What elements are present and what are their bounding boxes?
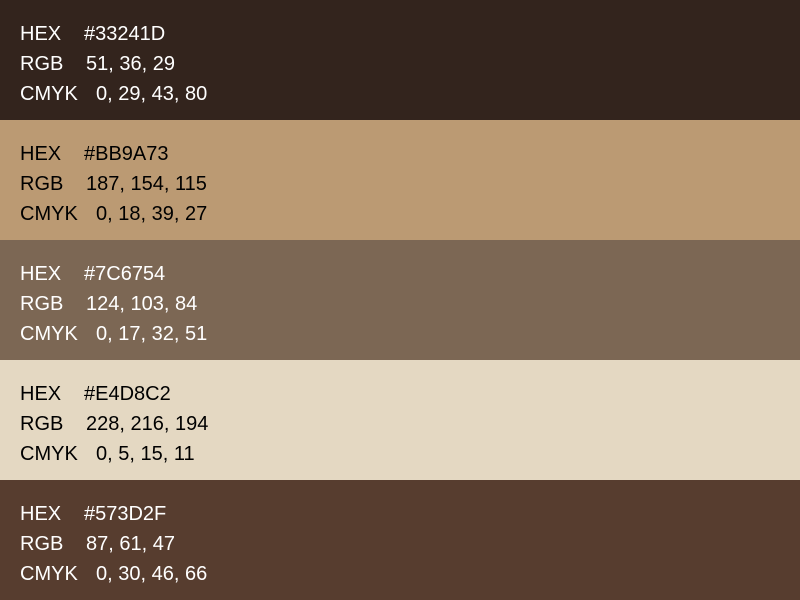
rgb-value: 228, 216, 194	[86, 413, 209, 435]
hex-label: HEX	[20, 383, 62, 405]
cmyk-row: CMYK 0, 17, 32, 51	[20, 319, 800, 349]
color-swatch: HEX #E4D8C2 RGB 228, 216, 194 CMYK 0, 5, 15…	[0, 360, 800, 480]
rgb-label: RGB	[20, 413, 64, 435]
rgb-label: RGB	[20, 533, 64, 555]
cmyk-value: 0, 18, 39, 27	[96, 203, 208, 225]
hex-value: #BB9A73	[84, 143, 169, 165]
hex-value: #573D2F	[84, 503, 167, 525]
hex-row: HEX #E4D8C2	[20, 379, 800, 409]
rgb-row: RGB 87, 61, 47	[20, 529, 800, 559]
cmyk-label: CMYK	[20, 83, 78, 105]
hex-row: HEX #7C6754	[20, 259, 800, 289]
color-swatch: HEX #BB9A73 RGB 187, 154, 115 CMYK 0, 18, 3…	[0, 120, 800, 240]
rgb-row: RGB 187, 154, 115	[20, 169, 800, 199]
color-swatch: HEX #33241D RGB 51, 36, 29 CMYK 0, 29, 43, …	[0, 0, 800, 120]
hex-row: HEX #33241D	[20, 19, 800, 49]
hex-row: HEX #573D2F	[20, 499, 800, 529]
hex-value: #E4D8C2	[84, 383, 171, 405]
rgb-row: RGB 228, 216, 194	[20, 409, 800, 439]
cmyk-value: 0, 29, 43, 80	[96, 83, 208, 105]
rgb-label: RGB	[20, 173, 64, 195]
cmyk-row: CMYK 0, 30, 46, 66	[20, 559, 800, 589]
hex-value: #7C6754	[84, 263, 166, 285]
rgb-row: RGB 124, 103, 84	[20, 289, 800, 319]
color-palette: HEX #33241D RGB 51, 36, 29 CMYK 0, 29, 43, …	[0, 0, 800, 600]
hex-label: HEX	[20, 263, 62, 285]
rgb-value: 87, 61, 47	[86, 533, 175, 555]
cmyk-row: CMYK 0, 5, 15, 11	[20, 439, 800, 469]
hex-label: HEX	[20, 143, 62, 165]
rgb-label: RGB	[20, 53, 64, 75]
hex-label: HEX	[20, 503, 62, 525]
color-swatch: HEX #573D2F RGB 87, 61, 47 CMYK 0, 30, 46, …	[0, 480, 800, 600]
hex-value: #33241D	[84, 23, 166, 45]
cmyk-label: CMYK	[20, 203, 78, 225]
hex-label: HEX	[20, 23, 62, 45]
cmyk-label: CMYK	[20, 563, 78, 585]
cmyk-value: 0, 30, 46, 66	[96, 563, 208, 585]
cmyk-row: CMYK 0, 29, 43, 80	[20, 79, 800, 109]
cmyk-value: 0, 5, 15, 11	[96, 443, 195, 465]
rgb-label: RGB	[20, 293, 64, 315]
cmyk-value: 0, 17, 32, 51	[96, 323, 208, 345]
rgb-value: 124, 103, 84	[86, 293, 198, 315]
cmyk-row: CMYK 0, 18, 39, 27	[20, 199, 800, 229]
color-swatch: HEX #7C6754 RGB 124, 103, 84 CMYK 0, 17, 32…	[0, 240, 800, 360]
rgb-row: RGB 51, 36, 29	[20, 49, 800, 79]
cmyk-label: CMYK	[20, 443, 78, 465]
rgb-value: 51, 36, 29	[86, 53, 175, 75]
hex-row: HEX #BB9A73	[20, 139, 800, 169]
cmyk-label: CMYK	[20, 323, 78, 345]
rgb-value: 187, 154, 115	[86, 173, 207, 195]
